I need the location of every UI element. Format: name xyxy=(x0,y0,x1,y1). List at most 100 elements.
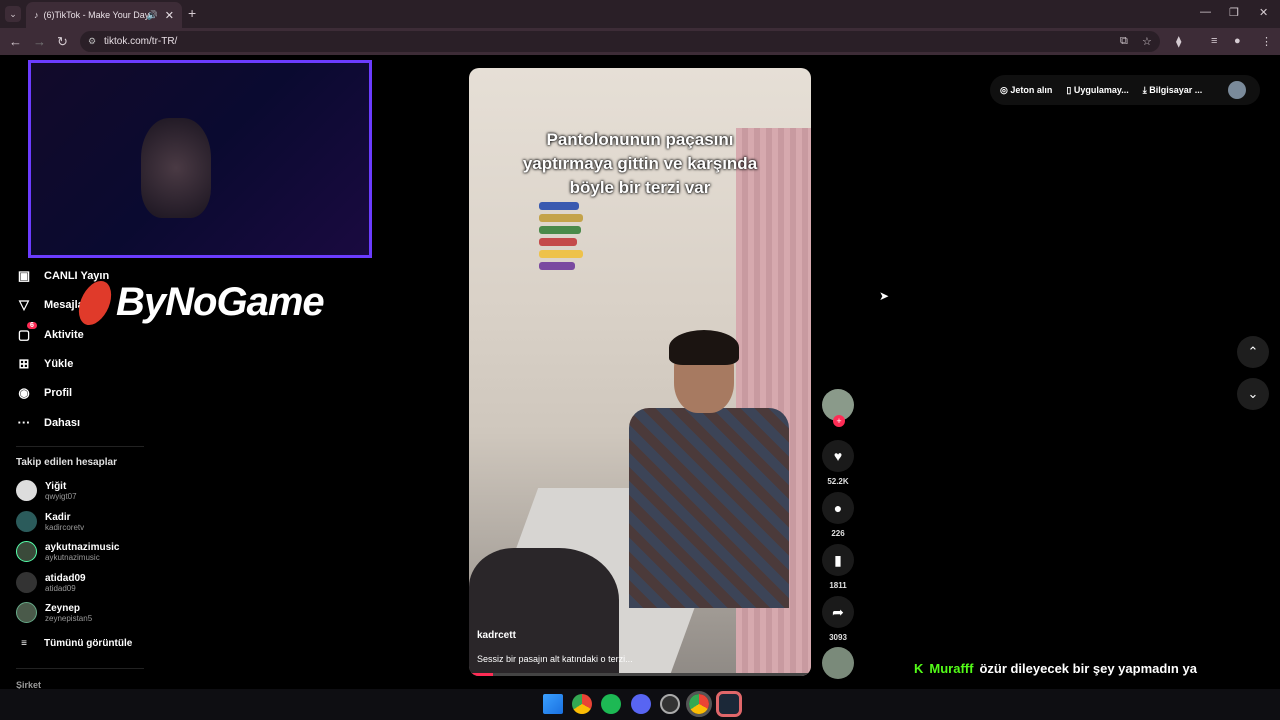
activity-icon: ▢ 6 xyxy=(16,322,37,343)
close-window-icon[interactable]: ✕ xyxy=(1259,6,1268,19)
speaker-icon[interactable]: 🔊 xyxy=(147,10,158,21)
account-item[interactable]: Kadir kadircoretv xyxy=(16,511,84,532)
profile-avatar-icon[interactable]: ● xyxy=(1234,35,1241,47)
chevron-up-icon: ⌃ xyxy=(1247,344,1259,359)
windows-start-icon[interactable] xyxy=(543,694,563,714)
video-username[interactable]: kadrcett xyxy=(477,630,516,641)
save-button[interactable]: ▮ 1811 xyxy=(822,544,854,590)
tab-close-icon[interactable]: ✕ xyxy=(165,9,174,22)
site-info-icon[interactable]: ⚙ xyxy=(88,31,96,52)
share-button[interactable]: ➦ 3093 xyxy=(822,596,854,642)
stream-chat-message: K Murafff özür dileyecek bir şey yapmadı… xyxy=(914,661,1197,676)
account-item[interactable]: atidad09 atidad09 xyxy=(16,572,86,593)
avatar xyxy=(16,602,37,623)
bookmark-icon: ▮ xyxy=(822,544,854,576)
upload-icon: ⊞ xyxy=(18,356,30,371)
restore-icon[interactable]: ❐ xyxy=(1229,6,1239,19)
profile-icon: ◉ xyxy=(18,385,30,400)
account-handle: qwyigt07 xyxy=(45,491,77,501)
account-handle: aykutnazimusic xyxy=(45,552,100,562)
reload-icon[interactable]: ↻ xyxy=(57,34,68,50)
see-all-label: Tümünü görüntüle xyxy=(44,638,133,649)
pc-app-button[interactable]: ⤓ Bilgisayar ... xyxy=(1143,85,1203,96)
comment-button[interactable]: ● 226 xyxy=(822,492,854,538)
browser-menu-icon[interactable]: ⋮ xyxy=(1261,35,1272,48)
chrome-active-icon[interactable] xyxy=(686,691,712,717)
streamer-cam-image xyxy=(141,118,211,218)
sidebar-item-more[interactable]: ··· Dahası xyxy=(16,415,81,430)
bookmark-star-icon[interactable]: ☆ xyxy=(1142,35,1152,48)
windows-taskbar xyxy=(0,689,1280,720)
tab-title: (6)TikTok - Make Your Day xyxy=(43,10,150,20)
live-icon: ▣ xyxy=(17,268,31,283)
video-progress-fill xyxy=(469,673,493,676)
avatar xyxy=(16,572,37,593)
account-handle: atidad09 xyxy=(45,583,76,593)
tab-search-icon[interactable]: ⌄ xyxy=(5,6,21,22)
more-icon: ··· xyxy=(17,415,31,430)
avatar xyxy=(16,541,37,562)
install-app-icon[interactable]: ⧉ xyxy=(1120,35,1128,48)
video-caption-overlay: Pantolonunun paçasını yaptırmaya gittin … xyxy=(522,130,758,197)
sidebar-item-upload[interactable]: ⊞ Yükle xyxy=(16,356,74,372)
heart-icon: ♥ xyxy=(822,440,854,472)
spotify-icon[interactable] xyxy=(601,694,621,714)
video-progress-bar[interactable] xyxy=(469,673,811,676)
previous-video-button[interactable]: ⌃ xyxy=(1237,336,1269,368)
account-item[interactable]: Yiğit qwyigt07 xyxy=(16,480,77,501)
follow-plus-icon[interactable]: + xyxy=(833,415,845,427)
see-all-link[interactable]: ≡ Tümünü görüntüle xyxy=(16,638,132,649)
media-control-icon[interactable]: ≡ xyxy=(1211,35,1217,47)
browser-tab-bar: ⌄ ♪ (6)TikTok - Make Your Day 🔊 ✕ + — ❐ … xyxy=(0,0,1280,28)
phone-icon: ▯ xyxy=(1066,84,1072,95)
music-disc[interactable] xyxy=(822,647,854,679)
obs-icon[interactable] xyxy=(660,694,680,714)
discord-icon[interactable] xyxy=(631,694,651,714)
coin-icon: ◎ xyxy=(1000,84,1008,95)
message-icon: ▽ xyxy=(19,297,29,312)
video-description[interactable]: Sessiz bir pasajın alt katındaki o terzi… xyxy=(477,654,633,664)
like-button[interactable]: ♥ 52.2K xyxy=(822,440,854,486)
extensions-icon[interactable]: ⧫ xyxy=(1176,35,1181,48)
creator-avatar[interactable]: + xyxy=(822,389,854,427)
video-frame-spools xyxy=(539,198,594,288)
like-count: 52.2K xyxy=(827,477,849,486)
account-item[interactable]: Zeynep zeynepistan5 xyxy=(16,602,92,623)
sidebar-item-messages[interactable]: ▽ Mesajlar xyxy=(16,297,88,313)
sidebar-divider xyxy=(16,446,144,447)
account-name: Kadir xyxy=(45,511,71,523)
music-disc-icon xyxy=(822,647,854,679)
steam-icon[interactable] xyxy=(716,691,742,717)
url-field[interactable]: ⚙ tiktok.com/tr-TR/ xyxy=(80,31,1160,52)
forward-icon[interactable]: → xyxy=(33,34,46,49)
minimize-icon[interactable]: — xyxy=(1200,6,1211,18)
top-action-bar: ◎ Jeton alın ▯ Uygulamay... ⤓ Bilgisayar… xyxy=(990,75,1260,105)
webcam-overlay xyxy=(28,60,372,258)
account-item[interactable]: aykutnazimusic aykutnazimusic xyxy=(16,541,119,562)
account-name: Zeynep xyxy=(45,602,81,614)
comment-icon: ● xyxy=(822,492,854,524)
sidebar-item-activity[interactable]: ▢ 6 Aktivite xyxy=(16,322,84,343)
download-icon: ⤓ xyxy=(1142,84,1147,95)
user-avatar[interactable] xyxy=(1228,81,1247,99)
get-app-label: Uygulamay... xyxy=(1073,84,1129,95)
browser-tab[interactable]: ♪ (6)TikTok - Make Your Day 🔊 ✕ xyxy=(26,2,182,28)
bynogame-mark-icon xyxy=(74,280,116,325)
sidebar-item-label: Aktivite xyxy=(44,329,84,341)
get-coins-button[interactable]: ◎ Jeton alın xyxy=(1000,85,1052,96)
video-player[interactable]: Pantolonunun paçasını yaptırmaya gittin … xyxy=(469,68,811,676)
new-tab-button[interactable]: + xyxy=(188,5,196,21)
bynogame-text: ByNoGame xyxy=(116,280,325,324)
account-name: atidad09 xyxy=(45,572,86,584)
back-icon[interactable]: ← xyxy=(9,34,22,49)
sidebar-item-profile[interactable]: ◉ Profil xyxy=(16,385,72,401)
get-app-button[interactable]: ▯ Uygulamay... xyxy=(1066,85,1128,96)
account-name: Yiğit xyxy=(45,480,67,492)
chrome-icon[interactable] xyxy=(572,694,592,714)
kick-logo-icon: K xyxy=(914,661,924,676)
chat-username: Murafff xyxy=(929,661,974,676)
avatar xyxy=(16,511,37,532)
share-icon: ➦ xyxy=(822,596,854,628)
comment-count: 226 xyxy=(831,529,845,538)
next-video-button[interactable]: ⌄ xyxy=(1237,378,1269,410)
